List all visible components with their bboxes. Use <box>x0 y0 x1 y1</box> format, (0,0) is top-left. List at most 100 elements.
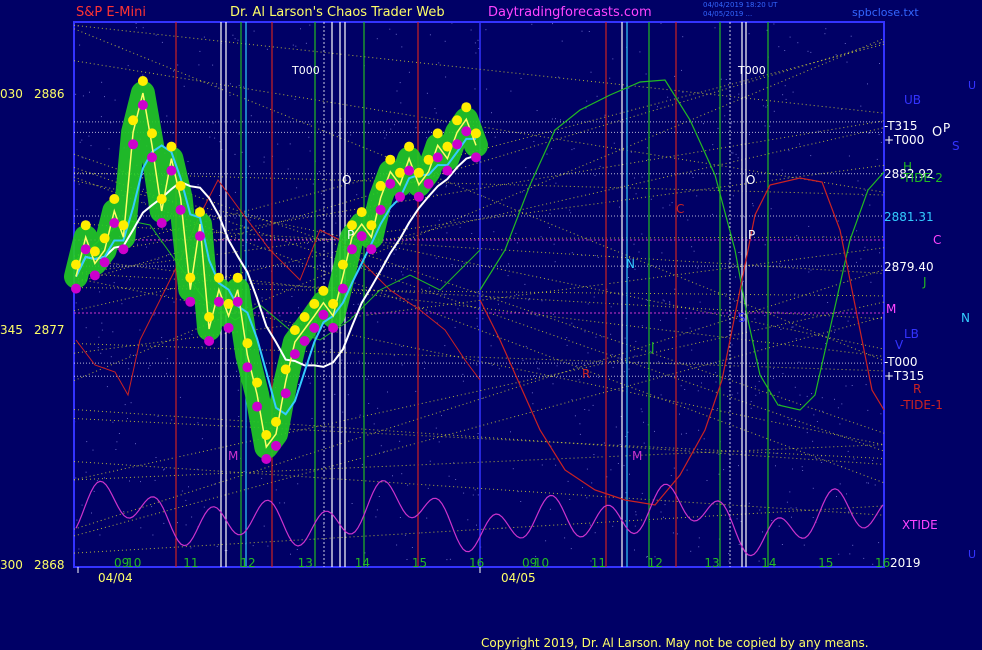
star-dot <box>682 36 684 38</box>
star-dot <box>669 302 671 304</box>
star-dot <box>243 471 245 472</box>
star-dot <box>322 37 324 39</box>
star-dot <box>610 306 612 308</box>
star-dot <box>847 320 849 322</box>
star-dot <box>848 155 850 157</box>
star-dot <box>549 508 551 510</box>
label-year: 2019 <box>890 556 921 570</box>
star-dot <box>520 501 522 502</box>
star-dot <box>267 545 269 547</box>
star-dot <box>395 33 397 35</box>
star-dot <box>377 321 379 323</box>
star-dot <box>867 83 868 85</box>
star-dot <box>772 377 774 379</box>
star-dot <box>625 492 627 494</box>
star-dot <box>241 225 243 227</box>
star-dot <box>106 386 108 388</box>
star-dot <box>79 44 81 46</box>
star-dot <box>361 463 363 465</box>
star-dot <box>380 445 382 447</box>
star-dot <box>424 368 425 370</box>
star-dot <box>587 303 589 305</box>
star-dot <box>494 136 496 138</box>
hour-label-day2: 16 <box>875 556 891 570</box>
star-dot <box>309 382 311 384</box>
star-dot <box>309 123 311 125</box>
star-dot <box>476 291 478 293</box>
star-dot <box>752 203 754 205</box>
instrument-title: S&P E-Mini <box>76 5 146 20</box>
star-dot <box>477 39 479 41</box>
label-c: C <box>933 233 942 247</box>
low-dot <box>280 388 291 399</box>
label-t000-bot: -T000 <box>884 355 918 369</box>
high-dot <box>328 298 339 309</box>
star-dot <box>366 314 368 316</box>
star-dot <box>724 293 726 295</box>
star-dot <box>599 361 601 363</box>
site-url-link[interactable]: Daytradingforecasts.com <box>488 6 652 20</box>
star-dot <box>588 409 590 411</box>
star-dot <box>566 344 568 346</box>
star-dot <box>566 337 568 339</box>
star-dot <box>835 238 837 240</box>
star-dot <box>229 266 230 268</box>
star-dot <box>750 401 752 402</box>
star-dot <box>493 231 495 233</box>
star-dot <box>88 135 90 137</box>
star-dot <box>438 441 440 443</box>
star-dot <box>567 480 569 482</box>
star-dot <box>341 359 343 361</box>
star-dot <box>779 263 781 265</box>
star-dot <box>633 243 635 245</box>
high-dot <box>128 115 139 126</box>
star-dot <box>165 295 167 297</box>
star-dot <box>773 110 775 112</box>
star-dot <box>803 544 805 546</box>
star-dot <box>676 533 678 535</box>
star-dot <box>521 191 523 193</box>
star-dot <box>522 359 524 361</box>
hour-label-day2: 13 <box>704 556 720 570</box>
star-dot <box>161 337 163 339</box>
star-dot <box>610 469 612 471</box>
star-dot <box>857 180 859 182</box>
star-dot <box>743 216 745 218</box>
star-dot <box>152 534 154 536</box>
star-dot <box>697 390 699 392</box>
star-dot <box>662 207 664 209</box>
star-dot <box>234 191 236 193</box>
price-label-mid: 2877 <box>34 323 65 337</box>
star-dot <box>670 475 672 476</box>
star-dot <box>81 504 83 506</box>
star-dot <box>641 233 643 235</box>
high-dot <box>423 154 434 165</box>
star-dot <box>163 469 164 471</box>
time-price-line <box>73 409 885 465</box>
star-dot <box>792 326 794 328</box>
star-dot <box>833 325 835 327</box>
star-dot <box>418 532 420 534</box>
star-dot <box>847 450 849 452</box>
star-dot <box>151 506 153 508</box>
star-dot <box>584 331 586 333</box>
high-dot <box>89 246 100 257</box>
high-dot <box>242 338 253 349</box>
timestamp-2: 04/05/2019 ... <box>703 10 753 18</box>
star-dot <box>802 470 804 471</box>
star-dot <box>238 133 240 135</box>
low-dot <box>156 218 167 228</box>
star-dot <box>784 85 786 87</box>
star-dot <box>571 252 573 254</box>
star-dot <box>401 473 403 475</box>
star-dot <box>725 79 727 80</box>
low-dot <box>137 100 148 110</box>
star-dot <box>624 337 626 339</box>
star-dot <box>78 548 80 550</box>
star-dot <box>630 151 632 153</box>
star-dot <box>740 520 742 522</box>
star-dot <box>82 157 84 159</box>
low-dot <box>337 283 348 294</box>
star-dot <box>476 325 478 327</box>
star-dot <box>796 235 798 237</box>
